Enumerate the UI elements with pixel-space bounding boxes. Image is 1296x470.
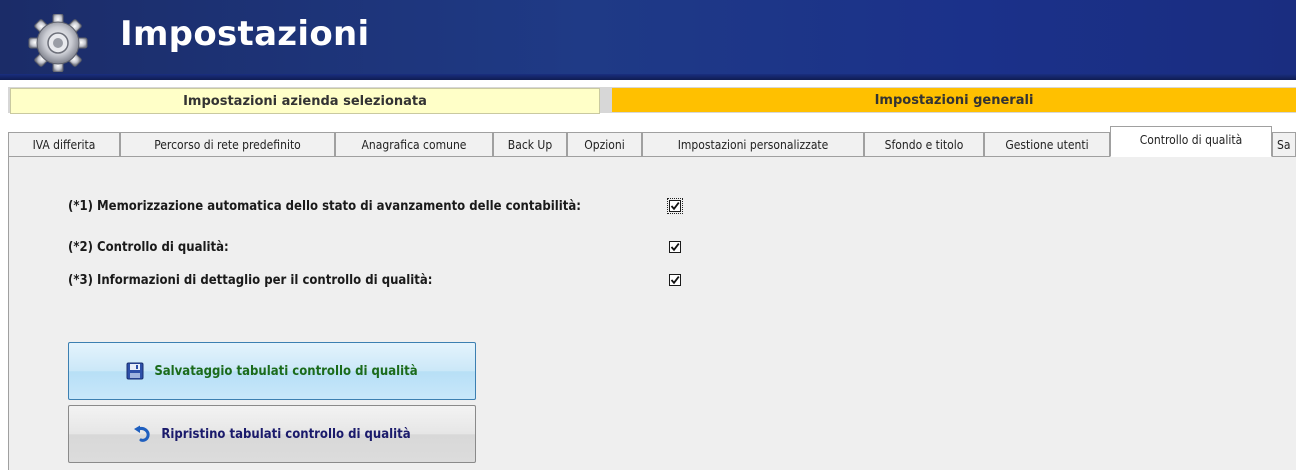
section-button-general-settings[interactable]: Impostazioni generali — [612, 88, 1296, 112]
floppy-disk-icon — [126, 362, 144, 380]
page-title: Impostazioni — [120, 14, 370, 54]
tab-opzioni[interactable]: Opzioni — [567, 132, 642, 156]
detail-info-checkbox[interactable] — [669, 274, 681, 286]
app-header: Impostazioni — [0, 0, 1296, 80]
tab-sa-truncated[interactable]: Sa — [1272, 132, 1296, 156]
restore-reports-label: Ripristino tabulati controllo di qualità — [161, 426, 411, 442]
gear-icon — [22, 13, 94, 73]
save-reports-label: Salvataggio tabulati controllo di qualit… — [154, 363, 418, 379]
tab-gestione-utenti[interactable]: Gestione utenti — [984, 132, 1110, 156]
tab-iva-differita[interactable]: IVA differita — [8, 132, 120, 156]
save-reports-button[interactable]: Salvataggio tabulati controllo di qualit… — [68, 342, 476, 400]
option-label-quality-control: (*2) Controllo di qualità: — [68, 240, 229, 255]
option-label-detail-info: (*3) Informazioni di dettaglio per il co… — [68, 273, 433, 288]
tab-anagrafica-comune[interactable]: Anagrafica comune — [335, 132, 493, 156]
tab-impostazioni-personalizzate[interactable]: Impostazioni personalizzate — [642, 132, 864, 156]
restore-reports-button[interactable]: Ripristino tabulati controllo di qualità — [68, 405, 476, 463]
quality-control-checkbox[interactable] — [669, 241, 681, 253]
section-button-company-settings[interactable]: Impostazioni azienda selezionata — [10, 88, 600, 114]
tab-sfondo-titolo[interactable]: Sfondo e titolo — [864, 132, 984, 156]
tab-controllo-qualita[interactable]: Controllo di qualità — [1110, 126, 1272, 157]
auto-save-checkbox[interactable] — [667, 198, 683, 214]
option-label-auto-save: (*1) Memorizzazione automatica dello sta… — [68, 199, 581, 214]
tab-percorso-rete[interactable]: Percorso di rete predefinito — [120, 132, 335, 156]
undo-arrow-icon — [133, 425, 151, 443]
tab-back-up[interactable]: Back Up — [493, 132, 567, 156]
